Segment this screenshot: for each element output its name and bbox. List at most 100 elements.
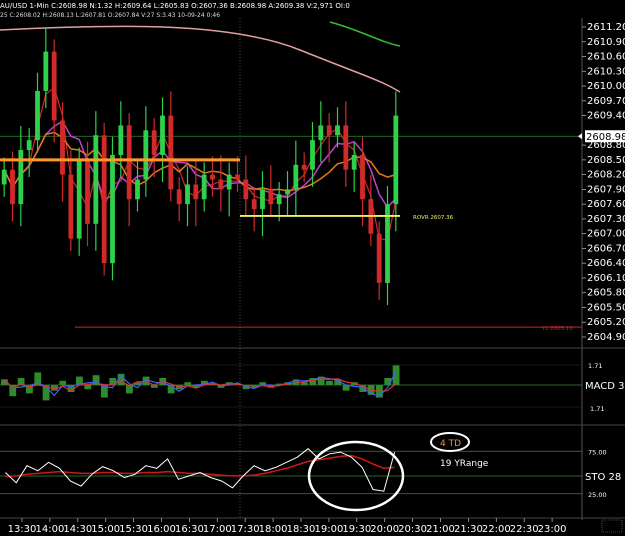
candle-body	[293, 164, 299, 190]
price-tick-label: 2607.00	[587, 229, 625, 240]
candle-body	[151, 130, 157, 155]
candle-body	[51, 51, 57, 121]
macd-histogram-bar	[326, 380, 333, 385]
time-tick-label: 21:00	[426, 524, 455, 535]
sto-tick-bottom: 25.00	[588, 491, 607, 499]
candle-body	[118, 125, 124, 155]
price-tick-label: 2610.30	[587, 66, 625, 77]
time-tick-label: 22:00	[482, 524, 511, 535]
quote-subheader: 25 C:2608.02 H:2608.13 L:2607.81 O:2607.…	[0, 12, 220, 19]
candle-body	[43, 51, 49, 91]
td-label: 4 TD	[440, 439, 461, 449]
candle-body	[243, 179, 249, 200]
macd-tick-bottom: 1.71	[590, 405, 604, 413]
chart-background	[0, 0, 625, 536]
candle-body	[101, 135, 107, 264]
current-price-label: 2608.98	[586, 132, 625, 143]
macd-histogram-bar	[184, 382, 192, 385]
candle-body	[351, 154, 357, 170]
price-tick-label: 2608.50	[587, 155, 625, 166]
candle-body	[60, 120, 65, 175]
candle-body	[201, 174, 207, 200]
candle-body	[10, 169, 15, 205]
macd-tick-top: 1.71	[588, 362, 602, 370]
candle-body	[160, 115, 165, 155]
candle-body	[76, 159, 82, 239]
yrange-label: 19 YRange	[440, 459, 489, 469]
price-tick-label: 2608.20	[587, 170, 625, 181]
macd-histogram-bar	[59, 380, 67, 385]
price-tick-label: 2606.10	[587, 273, 625, 284]
quote-header: AU/USD 1-Min C:2608.98 N:1.32 H:2609.64 …	[0, 2, 350, 10]
time-tick-label: 14:30	[63, 524, 92, 535]
candle-body	[251, 199, 257, 210]
candle-body	[310, 140, 315, 170]
candle-body	[35, 90, 40, 141]
candle-body	[210, 174, 215, 180]
price-tick-label: 2605.20	[587, 317, 625, 328]
time-tick-label: 23:00	[538, 524, 567, 535]
price-tick-label: 2610.60	[587, 52, 625, 63]
macd-label: MACD 3	[585, 381, 625, 392]
candle-body	[93, 135, 99, 224]
candle-body	[18, 150, 24, 205]
candle-body	[376, 233, 382, 283]
macd-histogram-bar	[17, 378, 25, 385]
time-tick-label: 18:00	[259, 524, 288, 535]
candle-body	[276, 194, 282, 205]
price-tick-label: 2604.90	[587, 332, 625, 343]
candle-body	[285, 189, 290, 195]
time-tick-label: 13:30	[8, 524, 37, 535]
price-tick-label: 2605.50	[587, 302, 625, 313]
yl-label: YL 2605.10	[541, 326, 573, 332]
candle-body	[185, 184, 190, 205]
candle-body	[168, 115, 174, 190]
price-tick-label: 2607.30	[587, 214, 625, 225]
candle-body	[143, 130, 149, 180]
candle-body	[110, 154, 115, 264]
candle-body	[26, 140, 32, 151]
time-tick-label: 16:30	[175, 524, 204, 535]
time-tick-label: 19:30	[342, 524, 371, 535]
candle-body	[343, 125, 349, 170]
trading-chart: AU/USD 1-Min C:2608.98 N:1.32 H:2609.64 …	[0, 0, 625, 536]
price-tick-label: 2605.80	[587, 288, 625, 299]
price-tick-label: 2609.40	[587, 111, 625, 122]
candle-body	[235, 174, 240, 180]
candle-body	[268, 189, 274, 205]
candle-body	[360, 154, 365, 200]
price-tick-label: 2610.90	[587, 37, 625, 48]
candle-body	[326, 125, 332, 136]
candle-body	[176, 189, 182, 205]
price-tick-label: 2607.60	[587, 199, 625, 210]
candle-body	[301, 164, 307, 170]
candle-body	[218, 179, 224, 190]
price-tick-label: 2606.40	[587, 258, 625, 269]
time-tick-label: 22:30	[510, 524, 539, 535]
candle-body	[68, 174, 74, 239]
price-tick-label: 2606.70	[587, 243, 625, 254]
price-tick-label: 2609.70	[587, 96, 625, 107]
candle-body	[126, 125, 132, 200]
time-tick-label: 17:00	[203, 524, 232, 535]
candle-body	[260, 189, 265, 210]
candle-body	[393, 115, 399, 205]
time-tick-label: 21:30	[454, 524, 483, 535]
candle-body	[135, 179, 140, 200]
time-tick-label: 15:30	[119, 524, 148, 535]
price-tick-label: 2610.00	[587, 81, 625, 92]
macd-histogram-bar	[84, 385, 92, 390]
time-tick-label: 20:00	[370, 524, 399, 535]
price-tick-label: 2607.90	[587, 184, 625, 195]
candle-body	[193, 184, 199, 200]
time-tick-label: 16:00	[147, 524, 176, 535]
time-tick-label: 20:30	[398, 524, 427, 535]
candle-body	[85, 159, 90, 224]
time-tick-label: 17:30	[231, 524, 260, 535]
time-tick-label: 14:00	[35, 524, 64, 535]
time-tick-label: 19:00	[314, 524, 343, 535]
time-tick-label: 15:00	[91, 524, 120, 535]
time-tick-label: 18:30	[287, 524, 316, 535]
rovr-label: ROVR 2607.36	[413, 215, 454, 221]
candle-body	[1, 169, 7, 185]
